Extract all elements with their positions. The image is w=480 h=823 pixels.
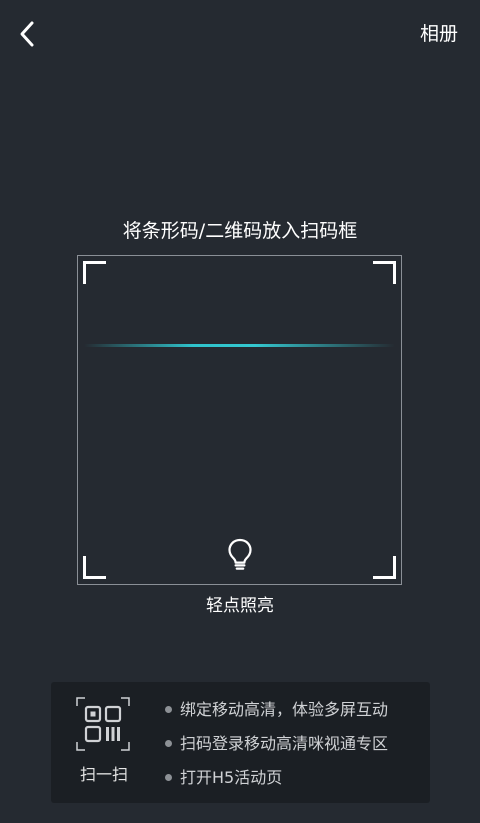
feature-item: 扫码登录移动高清咪视通专区 <box>165 732 388 766</box>
back-button[interactable] <box>10 16 44 52</box>
scan-info-panel: 扫一扫 绑定移动高清，体验多屏互动 扫码登录移动高清咪视通专区 打开H5活动页 <box>51 682 430 803</box>
top-bar: 相册 <box>0 0 480 68</box>
feature-text: 绑定移动高清，体验多屏互动 <box>180 700 389 719</box>
feature-item: 绑定移动高清，体验多屏互动 <box>165 698 388 732</box>
qr-code-icon <box>76 697 130 751</box>
feature-text: 扫码登录移动高清咪视通专区 <box>180 734 389 753</box>
scan-line <box>84 344 395 347</box>
chevron-left-icon <box>20 21 34 47</box>
lightbulb-icon[interactable] <box>227 538 253 572</box>
frame-corner-bottom-right <box>373 556 396 579</box>
album-button[interactable]: 相册 <box>420 22 458 46</box>
scan-hint: 将条形码/二维码放入扫码框 <box>122 220 358 242</box>
feature-item: 打开H5活动页 <box>165 766 388 800</box>
frame-corner-top-left <box>83 261 106 284</box>
bullet-icon <box>165 740 172 747</box>
bullet-icon <box>165 706 172 713</box>
frame-corner-top-right <box>373 261 396 284</box>
scan-label: 扫一扫 <box>79 765 128 784</box>
feature-list: 绑定移动高清，体验多屏互动 扫码登录移动高清咪视通专区 打开H5活动页 <box>165 698 388 800</box>
feature-text: 打开H5活动页 <box>180 768 283 787</box>
frame-corner-bottom-left <box>83 556 106 579</box>
torch-label[interactable]: 轻点照亮 <box>0 594 480 618</box>
bullet-icon <box>165 774 172 781</box>
scan-frame <box>77 255 402 585</box>
